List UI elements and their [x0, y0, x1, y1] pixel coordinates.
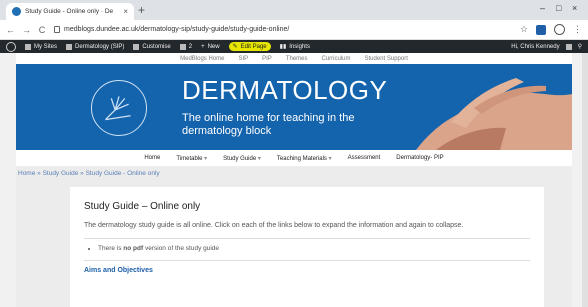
topnav-curriculum[interactable]: Curriculum	[322, 56, 351, 62]
plus-icon: +	[201, 43, 205, 50]
intro-text: The dermatology study guide is all onlin…	[84, 222, 464, 229]
sites-icon	[25, 43, 31, 50]
tab-title: Study Guide - Online only · De	[25, 8, 114, 15]
new-content-menu[interactable]: + New	[201, 44, 220, 50]
close-tab-icon[interactable]: ×	[123, 7, 128, 16]
insights-link[interactable]: ▮▮ Insights	[279, 43, 310, 51]
comment-icon	[179, 43, 186, 50]
chart-icon: ▮▮	[279, 44, 287, 50]
site-name-menu[interactable]: Dermatology (SIP)	[66, 43, 125, 50]
edit-page-label: Edit Page	[240, 43, 267, 50]
browser-menu-icon[interactable]: ⋮	[573, 24, 582, 35]
new-label: New	[207, 43, 220, 50]
url-bar[interactable]: medblogs.dundee.ac.uk/dermatology-sip/st…	[54, 23, 512, 37]
bullet-bold: no pdf	[123, 245, 144, 252]
divider	[84, 260, 530, 261]
chevron-down-icon: ▾	[328, 155, 332, 162]
nav-timetable[interactable]: Timetable ▾	[176, 155, 207, 162]
my-sites-menu[interactable]: My Sites	[25, 43, 58, 50]
bookmark-star-icon[interactable]: ☆	[520, 24, 528, 35]
page-scrollbar[interactable]	[582, 53, 588, 307]
nav-teaching-materials-label: Teaching Materials	[276, 155, 327, 162]
site-name-label: Dermatology (SIP)	[75, 43, 125, 50]
nav-assessment[interactable]: Assessment	[348, 155, 381, 161]
content-card: Study Guide – Online only The dermatolog…	[70, 187, 544, 307]
edit-page-link[interactable]: ✎ Edit Page	[228, 42, 271, 51]
chevron-down-icon: ▾	[257, 155, 261, 162]
site-favicon-icon	[12, 7, 21, 16]
minimize-button[interactable]: –	[540, 3, 545, 13]
aims-objectives-toggle[interactable]: Aims and Objectives	[84, 267, 530, 274]
nav-teaching-materials[interactable]: Teaching Materials ▾	[277, 155, 332, 162]
divider	[84, 238, 530, 239]
wordpress-logo-icon[interactable]	[6, 41, 16, 52]
pencil-icon: ✎	[232, 44, 238, 50]
customize-link[interactable]: Customise	[133, 43, 171, 50]
address-toolbar: ← → C medblogs.dundee.ac.uk/dermatology-…	[0, 20, 588, 40]
comments-count: 2	[188, 43, 193, 50]
admin-search-icon[interactable]: ⚲	[578, 43, 582, 50]
site-page: MedBlogs Home SIP PIP Themes Curriculum …	[16, 53, 572, 307]
extension-icon[interactable]	[536, 24, 546, 35]
site-header-banner: DERMATOLOGY The online home for teaching…	[16, 64, 572, 150]
profile-avatar-icon[interactable]	[554, 24, 565, 35]
nav-dermatology-pip-label: Dermatology- PIP	[396, 155, 444, 161]
bullet-prefix: There is	[98, 245, 124, 252]
nav-home[interactable]: Home	[144, 155, 160, 161]
wp-admin-bar: My Sites Dermatology (SIP) Customise 2 +…	[0, 40, 588, 53]
nav-home-label: Home	[144, 155, 161, 161]
insights-label: Insights	[289, 43, 310, 50]
nav-study-guide-label: Study Guide	[223, 155, 257, 162]
main-navigation: Home Timetable ▾ Study Guide ▾ Teaching …	[16, 150, 572, 167]
lock-icon	[54, 26, 60, 33]
topnav-themes[interactable]: Themes	[286, 56, 308, 62]
new-tab-button[interactable]: +	[138, 3, 145, 17]
topnav-medblogs-home[interactable]: MedBlogs Home	[180, 56, 224, 62]
comments-link[interactable]: 2	[179, 43, 193, 50]
top-navigation: MedBlogs Home SIP PIP Themes Curriculum …	[16, 53, 572, 64]
page-body: Home » Study Guide » Study Guide - Onlin…	[16, 167, 572, 307]
topnav-sip[interactable]: SIP	[238, 56, 248, 62]
browser-tab-bar: Study Guide - Online only · De × + – □ ×	[0, 0, 588, 20]
user-avatar-icon[interactable]	[565, 43, 572, 50]
browser-tab[interactable]: Study Guide - Online only · De ×	[6, 3, 134, 20]
brush-icon	[133, 43, 140, 50]
customize-label: Customise	[142, 43, 171, 50]
nav-study-guide[interactable]: Study Guide ▾	[223, 155, 261, 162]
reload-button[interactable]: C	[38, 25, 46, 35]
topnav-student-support[interactable]: Student Support	[365, 56, 408, 62]
bullet-suffix: version of the study guide	[143, 245, 220, 252]
hand-logo-icon[interactable]	[91, 80, 147, 136]
page-title: Study Guide – Online only	[84, 201, 201, 212]
hand-photo	[396, 64, 572, 150]
my-sites-label: My Sites	[34, 43, 58, 50]
site-tagline: The online home for teaching in the derm…	[182, 112, 355, 137]
chevron-down-icon: ▾	[204, 155, 208, 162]
breadcrumb[interactable]: Home » Study Guide » Study Guide - Onlin…	[18, 170, 160, 177]
nav-dermatology-pip[interactable]: Dermatology- PIP	[396, 155, 443, 161]
back-button[interactable]: ←	[6, 25, 15, 35]
maximize-button[interactable]: □	[556, 3, 561, 13]
nav-timetable-label: Timetable	[176, 155, 203, 162]
nav-assessment-label: Assessment	[347, 155, 381, 161]
topnav-pip[interactable]: PIP	[262, 56, 272, 62]
user-greeting[interactable]: Hi, Chris Kennedy	[511, 44, 559, 50]
forward-button[interactable]: →	[22, 25, 31, 35]
home-icon	[66, 43, 73, 50]
close-window-button[interactable]: ×	[572, 3, 577, 13]
site-title[interactable]: DERMATOLOGY	[182, 75, 387, 106]
url-text: medblogs.dundee.ac.uk/dermatology-sip/st…	[64, 26, 290, 33]
list-item: There is no pdf version of the study gui…	[98, 245, 530, 252]
